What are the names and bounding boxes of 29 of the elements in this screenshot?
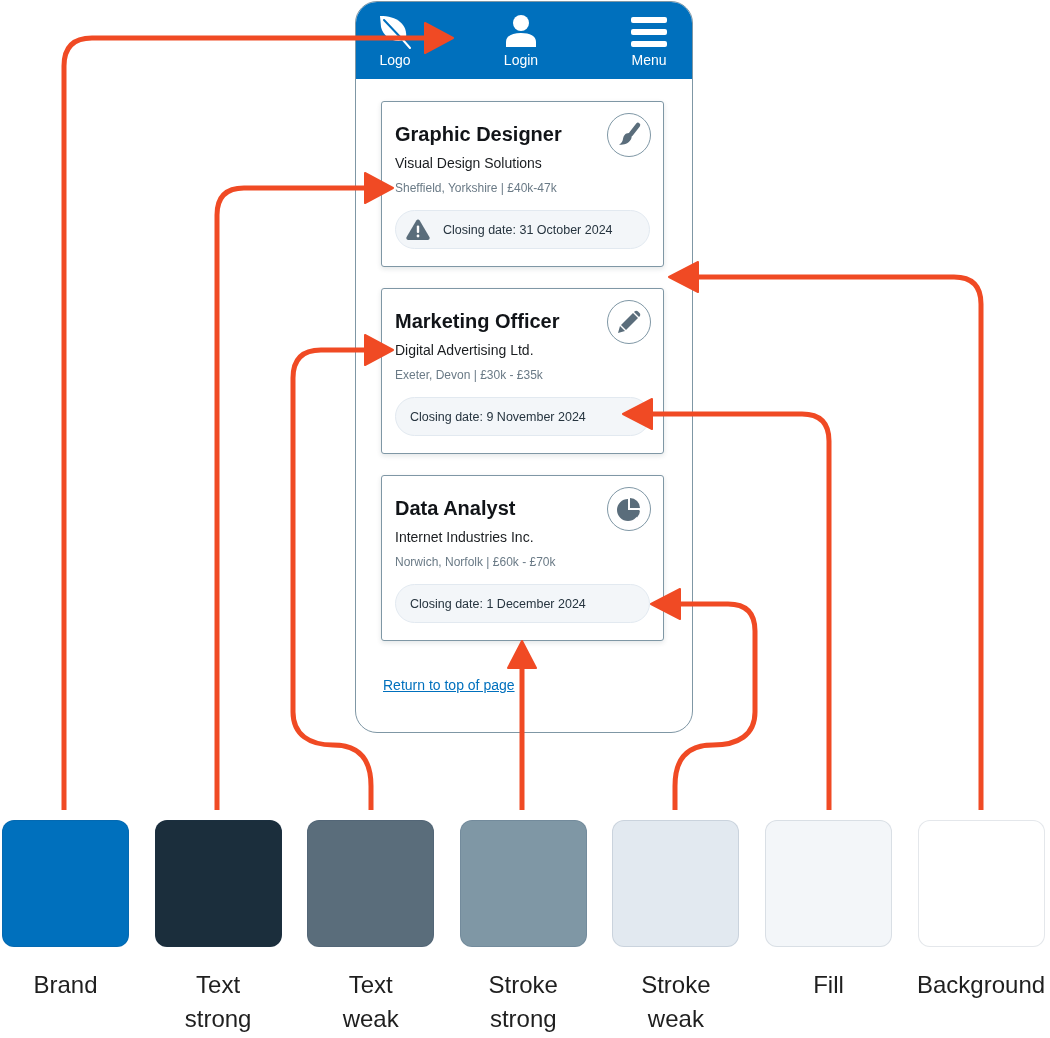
job-details: Exeter, Devon | £30k - £35k — [395, 367, 544, 384]
swatch-label: Background — [917, 970, 1046, 1000]
pie-chart-icon — [607, 487, 651, 531]
job-details: Norwich, Norfolk | £60k - £70k — [395, 554, 556, 571]
closing-date-text: Closing date: 1 December 2024 — [409, 595, 586, 612]
company-name: Internet Industries Inc. — [395, 528, 535, 547]
leaf-icon — [379, 15, 411, 49]
job-title: Graphic Designer — [395, 122, 562, 146]
menu-icon — [631, 17, 667, 47]
swatch-label: Text strong — [184, 970, 252, 1034]
login-button[interactable]: Login — [503, 2, 539, 68]
company-name: Digital Advertising Ltd. — [395, 341, 535, 360]
user-icon — [505, 15, 537, 47]
swatch-label: Brand — [33, 970, 98, 1000]
job-title: Data Analyst — [395, 496, 517, 520]
menu-button[interactable]: Menu — [631, 2, 667, 68]
pencil-icon — [607, 300, 651, 344]
closing-date-text: Closing date: 31 October 2024 — [442, 221, 613, 238]
job-details: Sheffield, Yorkshire | £40k-47k — [395, 180, 558, 197]
return-to-top-link[interactable]: Return to top of page — [383, 676, 515, 694]
paintbrush-icon — [607, 113, 651, 157]
company-name: Visual Design Solutions — [395, 154, 543, 173]
swatch-label: Stroke weak — [641, 970, 711, 1034]
job-title: Marketing Officer — [395, 309, 560, 333]
closing-date-text: Closing date: 9 November 2024 — [409, 408, 586, 425]
logo-button[interactable]: Logo — [379, 2, 411, 68]
swatch-label: Fill — [813, 970, 844, 1000]
swatch-label: Text weak — [342, 970, 399, 1034]
swatch-label: Stroke strong — [488, 970, 558, 1034]
